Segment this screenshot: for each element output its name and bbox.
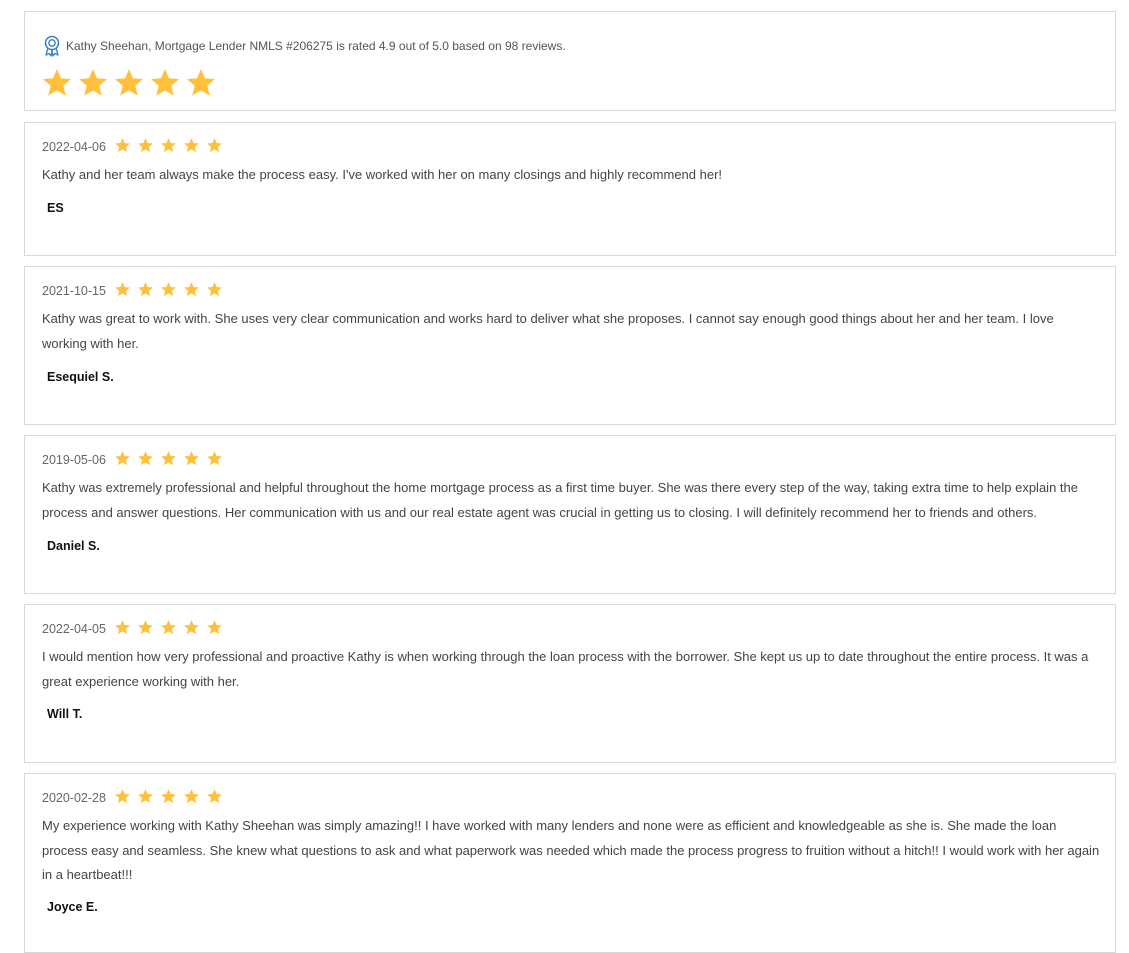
star-icon bbox=[151, 69, 179, 96]
star-icon bbox=[161, 450, 176, 465]
review-author: Esequiel S. bbox=[47, 370, 114, 384]
star-icon bbox=[115, 619, 130, 634]
star-icon bbox=[161, 619, 176, 634]
review-author: Will T. bbox=[47, 707, 83, 721]
star-icon bbox=[138, 281, 153, 296]
review-date: 2022-04-06 bbox=[42, 140, 106, 154]
review-card: 2019-05-06 Kathy was extremely profession… bbox=[24, 435, 1116, 594]
star-icon bbox=[207, 137, 222, 152]
star-icon bbox=[161, 281, 176, 296]
review-author: Daniel S. bbox=[47, 539, 100, 553]
review-star-rating bbox=[114, 450, 229, 467]
review-header: 2019-05-06 bbox=[42, 449, 229, 467]
star-icon bbox=[207, 450, 222, 465]
review-date: 2022-04-05 bbox=[42, 622, 106, 636]
review-date: 2021-10-15 bbox=[42, 284, 106, 298]
review-text: Kathy was extremely professional and hel… bbox=[42, 480, 1078, 520]
review-header: 2021-10-15 bbox=[42, 280, 229, 298]
star-icon bbox=[207, 788, 222, 803]
star-icon bbox=[138, 137, 153, 152]
review-text: Kathy and her team always make the proce… bbox=[42, 167, 723, 182]
star-icon bbox=[184, 137, 199, 152]
rating-summary-card: Kathy Sheehan, Mortgage Lender NMLS #206… bbox=[24, 11, 1116, 111]
rating-summary-line: Kathy Sheehan, Mortgage Lender NMLS #206… bbox=[43, 35, 566, 57]
review-star-rating bbox=[114, 788, 229, 805]
star-icon bbox=[161, 137, 176, 152]
star-icon bbox=[115, 281, 130, 296]
review-star-rating bbox=[114, 619, 229, 636]
star-icon bbox=[184, 788, 199, 803]
review-author: Joyce E. bbox=[47, 900, 98, 914]
review-header: 2022-04-05 bbox=[42, 618, 229, 636]
award-ribbon-icon bbox=[43, 35, 61, 57]
rating-summary-text: Kathy Sheehan, Mortgage Lender NMLS #206… bbox=[66, 39, 566, 53]
review-date: 2019-05-06 bbox=[42, 453, 106, 467]
star-icon bbox=[138, 619, 153, 634]
review-date: 2020-02-28 bbox=[42, 791, 106, 805]
star-icon bbox=[184, 450, 199, 465]
review-star-rating bbox=[114, 137, 229, 154]
review-card: 2021-10-15 Kathy was great to work with. … bbox=[24, 266, 1116, 425]
star-icon bbox=[207, 281, 222, 296]
star-icon bbox=[184, 619, 199, 634]
star-icon bbox=[138, 450, 153, 465]
review-author: ES bbox=[47, 201, 64, 215]
review-header: 2020-02-28 bbox=[42, 787, 229, 805]
star-icon bbox=[187, 69, 215, 96]
star-icon bbox=[115, 137, 130, 152]
review-card: 2020-02-28 My experience working with Kat… bbox=[24, 773, 1116, 953]
review-card: 2022-04-06 Kathy and her team always make… bbox=[24, 122, 1116, 256]
star-icon bbox=[138, 788, 153, 803]
star-icon bbox=[115, 788, 130, 803]
star-icon bbox=[43, 69, 71, 96]
star-icon bbox=[184, 281, 199, 296]
star-icon bbox=[115, 69, 143, 96]
review-text: Kathy was great to work with. She uses v… bbox=[42, 311, 1054, 351]
review-text: My experience working with Kathy Sheehan… bbox=[42, 818, 1100, 882]
review-header: 2022-04-06 bbox=[42, 136, 229, 154]
review-star-rating bbox=[114, 281, 229, 298]
star-icon bbox=[79, 69, 107, 96]
star-icon bbox=[161, 788, 176, 803]
star-icon bbox=[115, 450, 130, 465]
review-card: 2022-04-05 I would mention how very profe… bbox=[24, 604, 1116, 763]
summary-star-rating bbox=[41, 67, 221, 99]
star-icon bbox=[207, 619, 222, 634]
review-text: I would mention how very professional an… bbox=[42, 649, 1089, 689]
